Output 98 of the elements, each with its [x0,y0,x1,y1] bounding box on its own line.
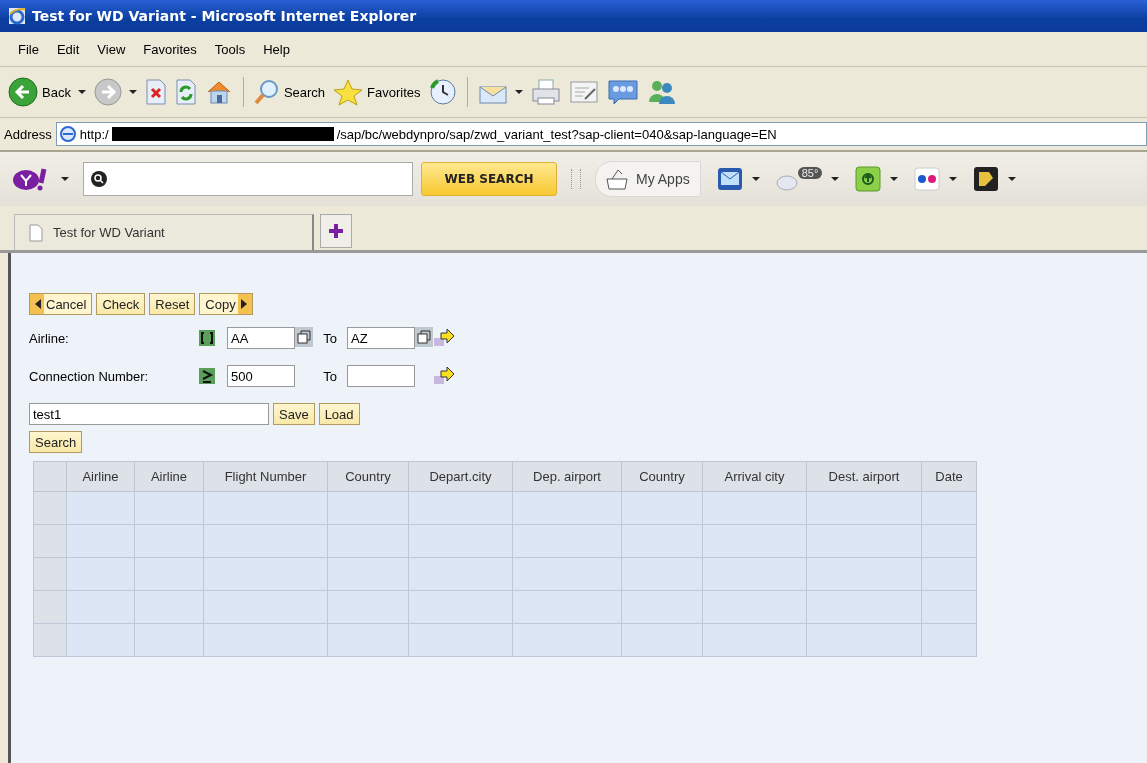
column-header: Depart.city [408,461,513,492]
url-text: http:/ [79,126,109,142]
new-tab-button[interactable] [320,214,352,248]
table-cell [134,524,204,558]
toolbar-label[interactable]: Back [42,84,71,100]
field-label: Connection Number: [29,368,150,384]
dots-icon[interactable] [914,166,941,192]
bracket-icon[interactable] [199,330,215,346]
field-label: Airline: [29,330,70,346]
folder-icon[interactable] [973,166,1000,192]
column-header: Airline [134,461,204,492]
table-cell [921,623,977,657]
toolbar-label[interactable]: Search [283,84,326,100]
table-cell [921,557,977,591]
caret-icon[interactable] [128,90,137,94]
caret-icon[interactable] [831,177,840,181]
right-triangle-icon [240,299,247,309]
plus-icon [328,223,344,239]
url-text: /sap/bc/webdynpro/sap/zwd_variant_test?sap-client=040&sap-language=EN [336,126,777,142]
menu-item[interactable]: Help [255,39,298,59]
column-header: Flight Number [203,461,328,492]
browser-tab[interactable]: Test for WD Variant [14,214,314,250]
table-cell [921,491,977,525]
value-help-icon[interactable] [295,327,313,349]
arrow-icon[interactable] [433,328,455,348]
input-field[interactable]: AZ [347,327,415,349]
window-title: Test for WD Variant - Microsoft Internet Explorer [32,8,417,24]
table-cell [134,491,204,525]
value-help-icon[interactable] [415,327,433,349]
signal-icon[interactable] [855,166,882,192]
variant-button[interactable]: Save [273,403,315,425]
column-header: Country [621,461,703,492]
table-cell [66,524,135,558]
table-cell [66,590,135,624]
search-icon[interactable] [253,79,280,105]
caret-icon[interactable] [1008,177,1017,181]
search-icon [90,170,108,188]
to-label: To [322,330,338,346]
menu-item[interactable]: Favorites [135,39,205,59]
caret-icon[interactable] [751,177,760,181]
table-cell [134,590,204,624]
input-field[interactable]: 500 [227,365,295,387]
column-header: Country [327,461,409,492]
table-cell [921,590,977,624]
input-field[interactable] [347,365,415,387]
my-apps-button[interactable]: My Apps [595,161,701,197]
caret-icon[interactable] [514,90,523,94]
column-header: Airline [66,461,135,492]
caret-icon[interactable] [61,177,69,181]
greater-equal-icon[interactable] [199,368,215,384]
menu-item[interactable]: File [10,39,47,59]
row-selector-header [33,461,67,492]
clock-icon[interactable] [428,78,457,106]
table-cell [134,557,204,591]
toolbar-button[interactable]: Copy [199,293,253,315]
table-cell [134,623,204,657]
star-icon[interactable] [333,78,364,106]
table-cell [921,524,977,558]
page-icon [29,223,43,242]
chat-bubble-icon[interactable] [606,78,639,106]
envelope-icon[interactable] [716,166,743,192]
caret-icon[interactable] [77,90,86,94]
document-icon[interactable] [568,79,599,105]
search-button[interactable]: Search [29,431,83,453]
web-search-button[interactable]: WEB SEARCH [421,162,557,196]
toolbar-button[interactable]: Check [96,293,146,315]
column-header: Arrival city [702,461,807,492]
caret-icon[interactable] [890,177,899,181]
menu-item[interactable]: Edit [48,39,88,59]
stop-icon[interactable] [144,79,167,105]
table-cell [66,623,135,657]
to-label: To [322,368,338,384]
caret-icon[interactable] [949,177,958,181]
toolbar-button[interactable]: Reset [149,293,196,315]
temperature-badge: 85° [797,167,823,179]
variant-button[interactable]: Load [318,403,360,425]
people-icon[interactable] [646,78,677,106]
grip-icon [571,169,581,189]
browser-logo-icon [8,7,26,25]
address-label: Address [4,126,52,142]
page-globe-icon [58,125,77,143]
input-field[interactable]: test1 [29,403,269,425]
column-header: Dest. airport [806,461,922,492]
input-field[interactable]: AA [227,327,295,349]
arrow-icon[interactable] [433,366,455,386]
refresh-icon[interactable] [174,79,197,105]
inbox-icon [604,167,630,191]
toolbar-label[interactable]: Favorites [367,84,421,100]
column-header: Date [921,461,977,492]
table-cell [66,557,135,591]
address-field[interactable]: http:/ /sap/bc/webdynpro/sap/zwd_variant_test?sap-client=040&sap-language=EN [55,122,1147,146]
toolbar-button[interactable]: Cancel [29,293,93,315]
search-field[interactable] [83,162,413,196]
column-header: Dep. airport [512,461,622,492]
menu-item[interactable]: Tools [206,39,254,59]
menu-item[interactable]: View [89,39,134,59]
left-triangle-icon [35,299,41,309]
table-cell [66,491,135,525]
